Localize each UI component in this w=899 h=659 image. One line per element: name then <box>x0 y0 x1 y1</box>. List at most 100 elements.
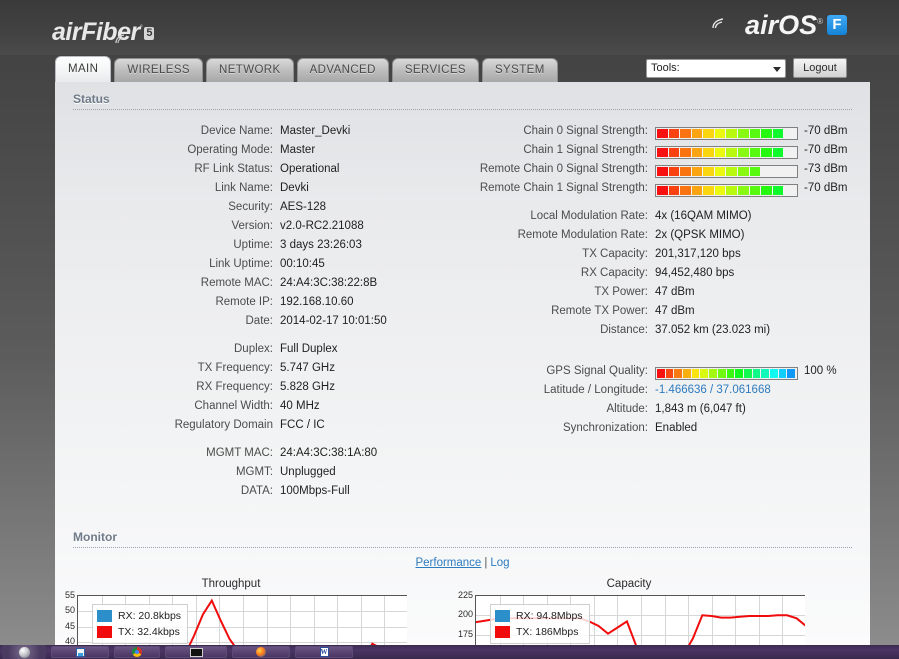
signal-bar-segment <box>749 128 761 138</box>
chart-legend-label: RX: 94.8Mbps <box>516 610 583 622</box>
status-row-value: 2014-02-17 10:01:50 <box>280 315 387 327</box>
wifi-wave-icon <box>115 34 126 47</box>
status-row-value: 5.747 GHz <box>280 362 335 374</box>
signal-bar-segment <box>726 147 738 157</box>
status-row-value: 100Mbps-Full <box>280 485 350 497</box>
status-row: Distance: 37.052 km (23.023 mi) <box>470 321 870 340</box>
status-row-value: 2x (QPSK MIMO) <box>655 229 745 241</box>
word-icon: W <box>319 647 329 657</box>
signal-bar-segment <box>657 147 668 157</box>
status-row-value: Master <box>280 144 316 156</box>
signal-strength-row: Chain 1 Signal Strength: -70 dBm <box>470 141 870 160</box>
taskbar-item-word[interactable]: W <box>295 646 353 658</box>
status-row-label: MGMT: <box>235 466 273 478</box>
signal-bar-segment <box>761 147 772 157</box>
airos-logo-badge: F <box>827 15 847 35</box>
status-row-label: Duplex: <box>234 343 273 355</box>
status-section-title: Status <box>73 92 110 106</box>
logout-button[interactable]: Logout <box>793 58 847 78</box>
signal-bar-segment <box>674 368 683 378</box>
main-tab-bar: MAIN WIRELESS NETWORK ADVANCED SERVICES … <box>55 56 558 82</box>
airfiber-logo: airFiber° 5 <box>52 20 155 47</box>
signal-bar-segment <box>703 147 714 157</box>
signal-strength-value: -70 dBm <box>804 125 848 137</box>
status-row-label: MGMT MAC: <box>206 447 273 459</box>
firefox-icon <box>256 647 266 657</box>
tab-main[interactable]: MAIN <box>55 56 112 82</box>
signal-bar-segment <box>772 147 784 157</box>
tab-advanced[interactable]: ADVANCED <box>296 58 389 82</box>
taskbar-item-chrome[interactable] <box>114 646 160 658</box>
monitor-section-title: Monitor <box>73 530 117 544</box>
signal-strength-bar <box>655 126 798 140</box>
tab-network[interactable]: NETWORK <box>206 58 294 82</box>
status-row: Link Name: Devki <box>55 179 475 198</box>
signal-strength-label: Chain 0 Signal Strength: <box>523 125 648 137</box>
status-row-label: Synchronization: <box>562 422 648 434</box>
monitor-log-link[interactable]: Log <box>490 557 509 569</box>
signal-bar-segment <box>657 166 668 176</box>
taskbar-item-firefox[interactable] <box>232 646 290 658</box>
status-row: DATA: 100Mbps-Full <box>55 482 475 501</box>
status-row-label: RF Link Status: <box>194 163 273 175</box>
status-row-label: Channel Width: <box>194 400 273 412</box>
chart-y-tick-label: 50 <box>64 605 75 615</box>
status-row-value: Enabled <box>655 422 698 434</box>
chart-plot-area: RX: 94.8Mbps TX: 186Mbps <box>475 595 805 645</box>
header-tools-area: Tools: Logout <box>646 58 847 78</box>
status-row-label: Security: <box>228 201 273 213</box>
taskbar-item-image-editor[interactable] <box>51 646 109 658</box>
os-taskbar: W <box>0 645 899 659</box>
signal-bar-segment <box>691 368 700 378</box>
chevron-down-icon <box>773 66 781 72</box>
status-row-value: Devki <box>280 182 309 194</box>
status-row-value[interactable]: -1.466636 / 37.061668 <box>655 381 771 400</box>
status-row-label: Operating Mode: <box>187 144 273 156</box>
signal-strength-bar <box>655 145 798 159</box>
taskbar-item-command-prompt[interactable] <box>165 646 227 658</box>
chart-legend-swatch <box>495 626 510 638</box>
start-button[interactable] <box>2 645 46 659</box>
airos-logo-text: airOS <box>745 10 818 40</box>
signal-bar-segment <box>738 166 749 176</box>
signal-bar-segment <box>749 185 761 195</box>
status-row: MGMT MAC: 24:A4:3C:38:1A:80 <box>55 444 475 463</box>
chart-legend-item: TX: 32.4kbps <box>97 624 181 640</box>
signal-bar-segment <box>680 128 691 138</box>
signal-bar-segment <box>714 128 726 138</box>
signal-bar-segment <box>657 185 668 195</box>
status-row: RX Capacity: 94,452,480 bps <box>470 264 870 283</box>
status-row-value: 47 dBm <box>655 305 695 317</box>
tab-wireless[interactable]: WIRELESS <box>114 58 203 82</box>
wifi-wave-glyph <box>115 34 125 44</box>
chart-legend-swatch <box>495 610 510 622</box>
signal-bar-segment <box>784 186 795 195</box>
signal-strength-label: Chain 1 Signal Strength: <box>523 144 648 156</box>
signal-bar-segment <box>761 167 772 176</box>
status-row: Synchronization: Enabled <box>470 419 870 438</box>
signal-bar-segment <box>738 128 749 138</box>
status-row-label: Remote Modulation Rate: <box>517 229 648 241</box>
tab-system[interactable]: SYSTEM <box>481 58 558 82</box>
tools-dropdown[interactable]: Tools: <box>646 58 786 78</box>
chart-title: Throughput <box>201 578 261 590</box>
status-row-value: v2.0-RC2.21088 <box>280 220 364 232</box>
tab-services[interactable]: SERVICES <box>391 58 479 82</box>
signal-bar-segment <box>683 368 691 378</box>
status-row-value: 201,317,120 bps <box>655 248 741 260</box>
signal-bar-segment <box>700 368 709 378</box>
status-row-value: Unplugged <box>280 466 336 478</box>
status-row-label: Remote IP: <box>215 296 273 308</box>
monitor-performance-link[interactable]: Performance <box>415 557 481 569</box>
signal-bar-segment <box>714 166 726 176</box>
status-row: Duplex: Full Duplex <box>55 340 475 359</box>
image-editor-icon <box>75 647 85 657</box>
status-row: Channel Width: 40 MHz <box>55 397 475 416</box>
status-row: Remote Modulation Rate: 2x (QPSK MIMO) <box>470 226 870 245</box>
signal-strength-row: Remote Chain 1 Signal Strength: -70 dBm <box>470 179 870 198</box>
status-row-label: Version: <box>231 220 273 232</box>
status-row-value: 47 dBm <box>655 286 695 298</box>
signal-bar-segment <box>709 368 717 378</box>
status-row: Latitude / Longitude: -1.466636 / 37.0616… <box>470 381 870 400</box>
status-row: MGMT: Unplugged <box>55 463 475 482</box>
